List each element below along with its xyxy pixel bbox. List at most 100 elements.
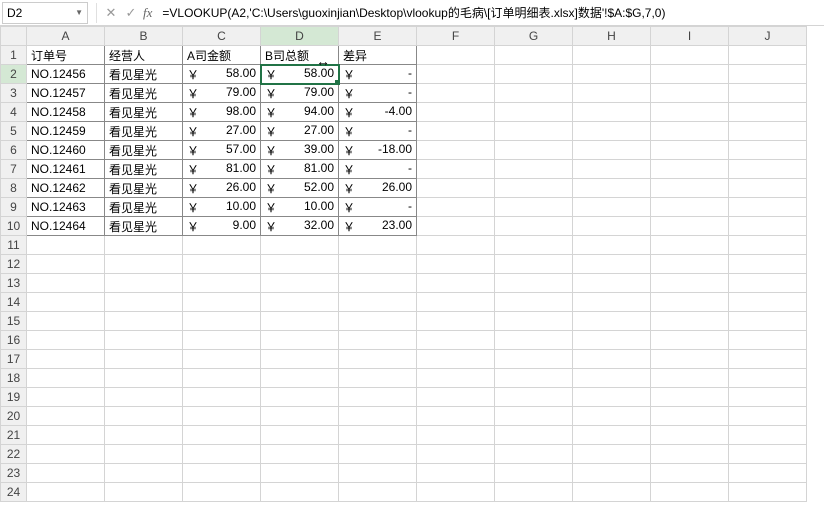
cell-C15[interactable] xyxy=(183,312,261,331)
cell-A12[interactable] xyxy=(27,255,105,274)
cell-B21[interactable] xyxy=(105,426,183,445)
cell-J4[interactable] xyxy=(729,103,807,122)
cell-J9[interactable] xyxy=(729,198,807,217)
row-header-22[interactable]: 22 xyxy=(1,445,27,464)
cell-G17[interactable] xyxy=(495,350,573,369)
cell-E5[interactable]: ￥- xyxy=(339,122,417,141)
cell-E1[interactable]: 差异 xyxy=(339,46,417,65)
cell-G19[interactable] xyxy=(495,388,573,407)
cell-A5[interactable]: NO.12459 xyxy=(27,122,105,141)
cell-I22[interactable] xyxy=(651,445,729,464)
cell-G23[interactable] xyxy=(495,464,573,483)
cell-J13[interactable] xyxy=(729,274,807,293)
cell-J8[interactable] xyxy=(729,179,807,198)
cell-H10[interactable] xyxy=(573,217,651,236)
cell-D18[interactable] xyxy=(261,369,339,388)
col-header-G[interactable]: G xyxy=(495,27,573,46)
cell-A18[interactable] xyxy=(27,369,105,388)
cell-E3[interactable]: ￥- xyxy=(339,84,417,103)
cell-C12[interactable] xyxy=(183,255,261,274)
cell-B2[interactable]: 看见星光 xyxy=(105,65,183,84)
cell-A1[interactable]: 订单号 xyxy=(27,46,105,65)
cell-G15[interactable] xyxy=(495,312,573,331)
cell-F18[interactable] xyxy=(417,369,495,388)
cell-A14[interactable] xyxy=(27,293,105,312)
cell-J12[interactable] xyxy=(729,255,807,274)
row-header-8[interactable]: 8 xyxy=(1,179,27,198)
row-header-3[interactable]: 3 xyxy=(1,84,27,103)
cell-C18[interactable] xyxy=(183,369,261,388)
col-header-A[interactable]: A xyxy=(27,27,105,46)
row-header-1[interactable]: 1 xyxy=(1,46,27,65)
cell-C4[interactable]: ￥98.00 xyxy=(183,103,261,122)
row-header-9[interactable]: 9 xyxy=(1,198,27,217)
cell-A16[interactable] xyxy=(27,331,105,350)
cell-H6[interactable] xyxy=(573,141,651,160)
cell-I7[interactable] xyxy=(651,160,729,179)
cell-F11[interactable] xyxy=(417,236,495,255)
cell-F14[interactable] xyxy=(417,293,495,312)
cell-B6[interactable]: 看见星光 xyxy=(105,141,183,160)
cell-D3[interactable]: ￥79.00 xyxy=(261,84,339,103)
cell-B12[interactable] xyxy=(105,255,183,274)
cell-B20[interactable] xyxy=(105,407,183,426)
cell-I15[interactable] xyxy=(651,312,729,331)
select-all-corner[interactable] xyxy=(1,27,27,46)
cell-B8[interactable]: 看见星光 xyxy=(105,179,183,198)
cell-E11[interactable] xyxy=(339,236,417,255)
cell-H8[interactable] xyxy=(573,179,651,198)
cell-I24[interactable] xyxy=(651,483,729,502)
cell-B3[interactable]: 看见星光 xyxy=(105,84,183,103)
cell-H5[interactable] xyxy=(573,122,651,141)
cell-J22[interactable] xyxy=(729,445,807,464)
cell-E24[interactable] xyxy=(339,483,417,502)
cell-C7[interactable]: ￥81.00 xyxy=(183,160,261,179)
cell-G3[interactable] xyxy=(495,84,573,103)
cell-A10[interactable]: NO.12464 xyxy=(27,217,105,236)
row-header-2[interactable]: 2 xyxy=(1,65,27,84)
cell-G6[interactable] xyxy=(495,141,573,160)
cell-A6[interactable]: NO.12460 xyxy=(27,141,105,160)
cell-C19[interactable] xyxy=(183,388,261,407)
cell-I18[interactable] xyxy=(651,369,729,388)
cell-J21[interactable] xyxy=(729,426,807,445)
row-header-19[interactable]: 19 xyxy=(1,388,27,407)
cell-C22[interactable] xyxy=(183,445,261,464)
spreadsheet-grid[interactable]: ABCDEFGHIJ1订单号经营人A司金额B司总额差异2NO.12456看见星光… xyxy=(0,26,824,502)
cell-J24[interactable] xyxy=(729,483,807,502)
cell-G14[interactable] xyxy=(495,293,573,312)
cell-C10[interactable]: ￥9.00 xyxy=(183,217,261,236)
cell-B14[interactable] xyxy=(105,293,183,312)
cell-C8[interactable]: ￥26.00 xyxy=(183,179,261,198)
cell-E8[interactable]: ￥26.00 xyxy=(339,179,417,198)
cell-G20[interactable] xyxy=(495,407,573,426)
cell-H4[interactable] xyxy=(573,103,651,122)
cell-J6[interactable] xyxy=(729,141,807,160)
cell-J17[interactable] xyxy=(729,350,807,369)
cell-I19[interactable] xyxy=(651,388,729,407)
cell-D5[interactable]: ￥27.00 xyxy=(261,122,339,141)
cell-A11[interactable] xyxy=(27,236,105,255)
cell-C1[interactable]: A司金额 xyxy=(183,46,261,65)
cell-A19[interactable] xyxy=(27,388,105,407)
cell-H19[interactable] xyxy=(573,388,651,407)
cell-C13[interactable] xyxy=(183,274,261,293)
cell-A15[interactable] xyxy=(27,312,105,331)
row-header-20[interactable]: 20 xyxy=(1,407,27,426)
cell-G18[interactable] xyxy=(495,369,573,388)
row-header-6[interactable]: 6 xyxy=(1,141,27,160)
cell-G11[interactable] xyxy=(495,236,573,255)
cell-B9[interactable]: 看见星光 xyxy=(105,198,183,217)
cell-G12[interactable] xyxy=(495,255,573,274)
cell-J14[interactable] xyxy=(729,293,807,312)
row-header-14[interactable]: 14 xyxy=(1,293,27,312)
row-header-12[interactable]: 12 xyxy=(1,255,27,274)
cell-C24[interactable] xyxy=(183,483,261,502)
cell-I3[interactable] xyxy=(651,84,729,103)
cell-H22[interactable] xyxy=(573,445,651,464)
cell-A7[interactable]: NO.12461 xyxy=(27,160,105,179)
cell-H3[interactable] xyxy=(573,84,651,103)
cell-H1[interactable] xyxy=(573,46,651,65)
cell-A2[interactable]: NO.12456 xyxy=(27,65,105,84)
cell-J2[interactable] xyxy=(729,65,807,84)
